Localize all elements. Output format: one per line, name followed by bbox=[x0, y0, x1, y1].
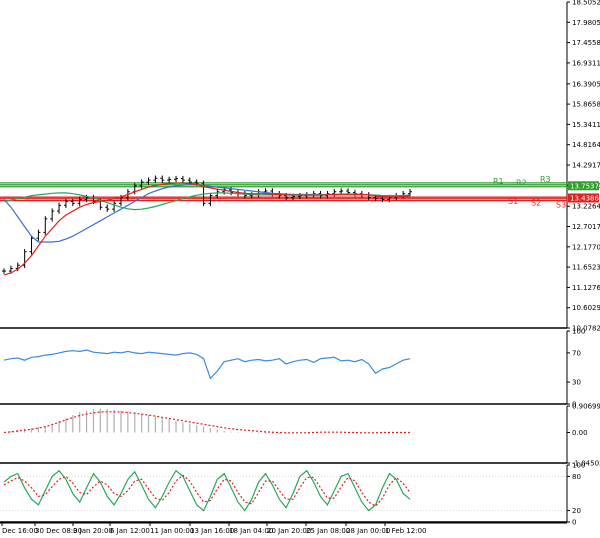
plot-layer bbox=[2, 175, 412, 512]
chart-canvas: 18.50520 17.98050 17.45580 16.93110 16.39050… bbox=[0, 0, 600, 535]
x-tick-label: 25 Jan 08:00 bbox=[306, 527, 350, 535]
axis-labels: 18.50520 17.98050 17.45580 16.93110 16.39050… bbox=[1, 0, 600, 535]
y-tick-label: 70 bbox=[572, 349, 581, 357]
x-tick-label: 20 Jan 20:00 bbox=[267, 527, 311, 535]
x-tick-label: Dec 16:00 bbox=[2, 527, 38, 535]
level-label-r3: R3 bbox=[540, 175, 551, 184]
stochastic-d-line bbox=[3, 474, 411, 507]
y-tick-label: 0.00 bbox=[572, 429, 588, 437]
panel-frames bbox=[0, 2, 568, 524]
y-tick-label: 0 bbox=[572, 519, 576, 527]
level-label-s1: S1 bbox=[508, 197, 518, 206]
level-label-s2: S2 bbox=[531, 199, 541, 208]
rsi-line bbox=[3, 349, 411, 380]
y-tick-label: 0.906998 bbox=[572, 403, 600, 411]
y-tick-label: 11.12760 bbox=[572, 284, 600, 292]
y-tick-label: 17.98050 bbox=[572, 19, 600, 27]
y-tick-label: 12.70170 bbox=[572, 223, 600, 231]
y-tick-label: 100 bbox=[572, 328, 585, 336]
x-tick-label: 6 Jan 12:00 bbox=[110, 527, 150, 535]
y-tick-label: 11.65230 bbox=[572, 264, 600, 272]
y-tick-label: 16.93110 bbox=[572, 59, 600, 67]
price-tag-label: 13.43861 bbox=[570, 194, 600, 202]
y-tick-label: 15.86580 bbox=[572, 101, 600, 109]
level-lines bbox=[0, 182, 567, 511]
y-tick-label: 20 bbox=[572, 507, 581, 515]
y-tick-label: 100 bbox=[572, 462, 585, 470]
level-label-s3: S3 bbox=[556, 201, 566, 210]
y-tick-label: 80 bbox=[572, 473, 581, 481]
level-label-r2: R2 bbox=[516, 179, 527, 188]
y-tick-label: 14.29170 bbox=[572, 162, 600, 170]
macd-signal-line bbox=[3, 411, 410, 434]
y-tick-label: 10.60290 bbox=[572, 304, 600, 312]
x-tick-label: 1 Feb 12:00 bbox=[385, 527, 426, 535]
y-tick-label: 15.34110 bbox=[572, 121, 600, 129]
level-label-r1: R1 bbox=[493, 177, 504, 186]
x-tick-label: 13 Jan 16:00 bbox=[190, 527, 234, 535]
y-tick-label: 12.17700 bbox=[572, 243, 600, 251]
y-tick-label: 30 bbox=[572, 379, 581, 387]
y-tick-label: 18.50520 bbox=[572, 0, 600, 7]
y-tick-label: 13.22640 bbox=[572, 203, 600, 211]
y-tick-label: 14.81640 bbox=[572, 141, 600, 149]
x-tick-label: 3 Jan 20:00 bbox=[73, 527, 113, 535]
y-tick-label: 17.45580 bbox=[572, 39, 600, 47]
x-tick-label: 11 Jan 00:00 bbox=[150, 527, 194, 535]
x-tick-label: 28 Jan 00:00 bbox=[346, 527, 390, 535]
price-tag-label: 13.75374 bbox=[570, 182, 600, 190]
y-tick-label: 16.39050 bbox=[572, 80, 600, 88]
